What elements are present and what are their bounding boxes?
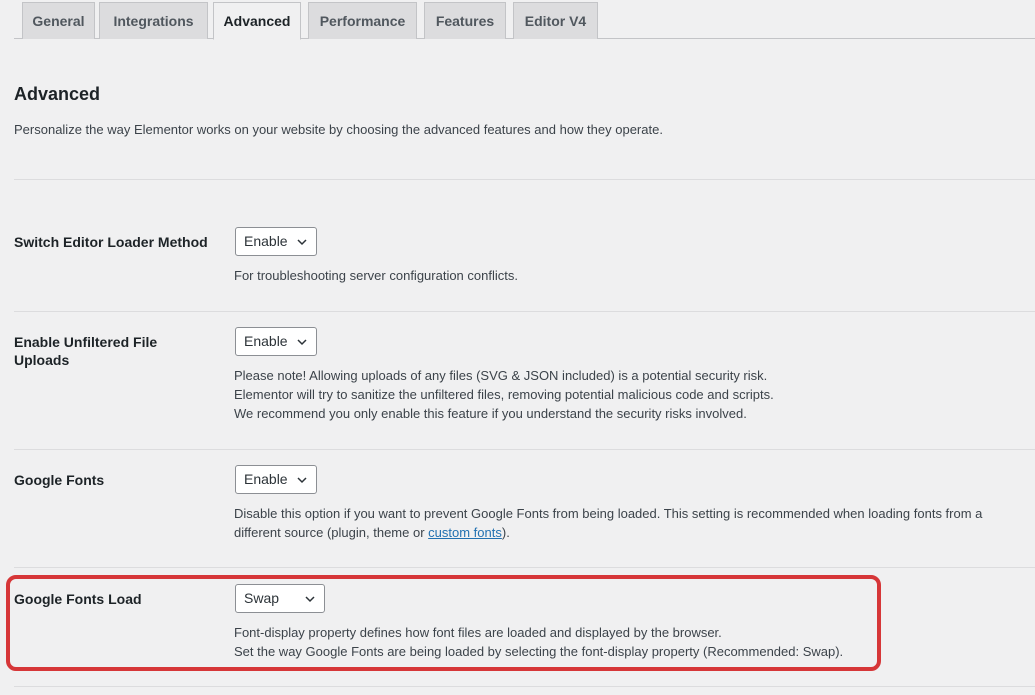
google-fonts-help-line2: different source (plugin, theme or custo… [234,523,1024,542]
unfiltered-uploads-label-line2: Uploads [14,352,70,368]
google-fonts-select[interactable]: Enable [235,465,317,494]
google-fonts-help-line1: Disable this option if you want to preve… [234,506,983,521]
editor-loader-label: Switch Editor Loader Method [14,234,208,250]
custom-fonts-link[interactable]: custom fonts [428,525,502,540]
unfiltered-uploads-label: Enable Unfiltered File Uploads [14,333,214,369]
chevron-down-icon [297,477,307,484]
settings-tabs: General Integrations Advanced Performanc… [14,0,1035,40]
section-description: Personalize the way Elementor works on y… [14,122,663,137]
unfiltered-uploads-label-line1: Enable Unfiltered File [14,334,158,350]
google-fonts-label: Google Fonts [14,472,105,488]
highlight-box [6,575,881,671]
row-divider [14,449,1035,450]
unfiltered-uploads-help-line: Elementor will try to sanitize the unfil… [234,387,774,402]
unfiltered-uploads-help: Please note! Allowing uploads of any fil… [234,366,774,423]
editor-loader-select[interactable]: Enable [235,227,317,256]
google-fonts-help: Disable this option if you want to preve… [234,504,1024,542]
section-title: Advanced [14,84,101,104]
tab-performance[interactable]: Performance [308,2,417,39]
tab-advanced[interactable]: Advanced [213,2,301,40]
google-fonts-help-prefix: different source (plugin, theme or [234,525,429,540]
editor-loader-help-text: For troubleshooting server configuration… [234,268,518,283]
tab-general[interactable]: General [22,2,95,39]
row-divider [14,567,1035,568]
chevron-down-icon [297,239,307,246]
tab-editor-v4[interactable]: Editor V4 [513,2,598,39]
google-fonts-select-value: Enable [244,471,288,487]
settings-page: General Integrations Advanced Performanc… [0,0,1035,695]
google-fonts-help-suffix: ). [501,525,510,540]
unfiltered-uploads-help-line: We recommend you only enable this featur… [234,406,747,421]
editor-loader-select-value: Enable [244,233,288,249]
row-divider [14,686,1035,687]
unfiltered-uploads-help-line: Please note! Allowing uploads of any fil… [234,368,768,383]
chevron-down-icon [297,339,307,346]
unfiltered-uploads-select[interactable]: Enable [235,327,317,356]
tab-integrations[interactable]: Integrations [99,2,208,39]
section-divider [14,179,1035,180]
editor-loader-help: For troubleshooting server configuration… [234,266,518,285]
unfiltered-uploads-select-value: Enable [244,333,288,349]
row-divider [14,311,1035,312]
tab-features[interactable]: Features [424,2,506,39]
